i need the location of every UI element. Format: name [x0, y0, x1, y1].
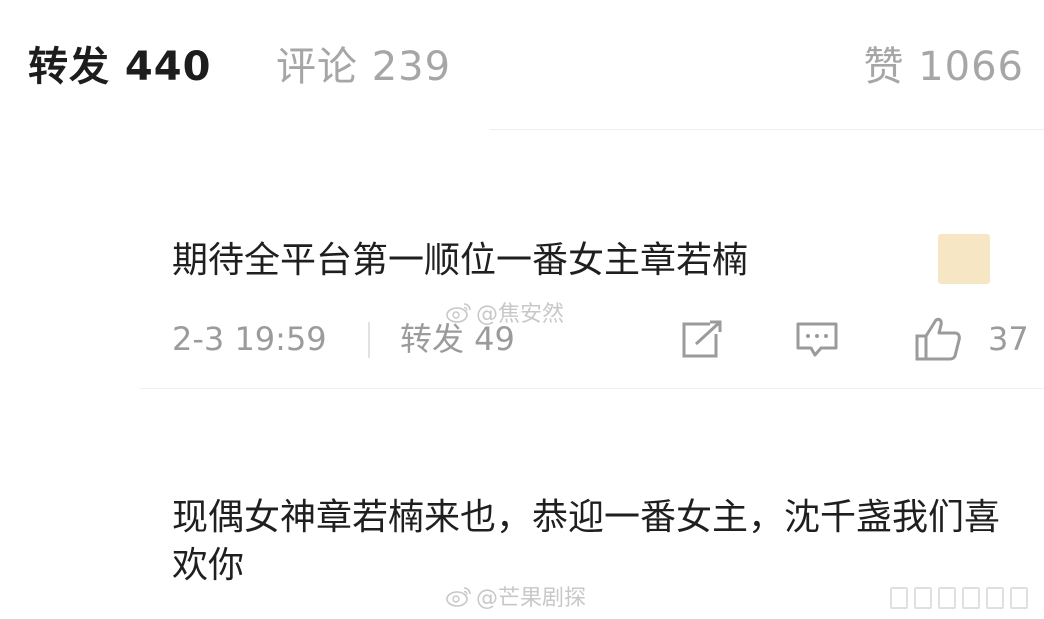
tab-comment[interactable]: 评论 239	[276, 38, 451, 96]
watermark-text: @芒果剧探	[476, 586, 587, 611]
comment-icon[interactable]	[795, 320, 839, 360]
emoji-image	[938, 234, 990, 284]
footer-decoration	[890, 587, 1030, 609]
repost-item-text: 期待全平台第一顺位一番女主章若楠	[172, 240, 749, 281]
tab-like[interactable]: 赞 1066	[863, 38, 1024, 96]
divider	[140, 388, 1044, 389]
like-count: 37	[988, 320, 1029, 358]
divider	[490, 129, 1044, 130]
share-icon[interactable]	[680, 320, 724, 360]
thumbs-up-icon[interactable]	[914, 316, 962, 362]
tab-repost[interactable]: 转发 440	[28, 38, 211, 96]
watermark: @芒果剧探	[446, 580, 586, 612]
timestamp: 2-3 19:59	[172, 320, 327, 358]
repost-count[interactable]: 转发 49	[400, 310, 515, 368]
repost-item-text: 现偶女神章若楠来也，恭迎一番女主，沈千盏我们喜欢你	[172, 497, 1001, 586]
repost-item-meta: 2-3 19:59 转发 49 37	[0, 310, 1044, 370]
meta-separator	[368, 322, 370, 358]
weibo-logo-icon	[446, 587, 471, 607]
tab-bar: 转发 440 评论 239 赞 1066	[0, 0, 1044, 130]
